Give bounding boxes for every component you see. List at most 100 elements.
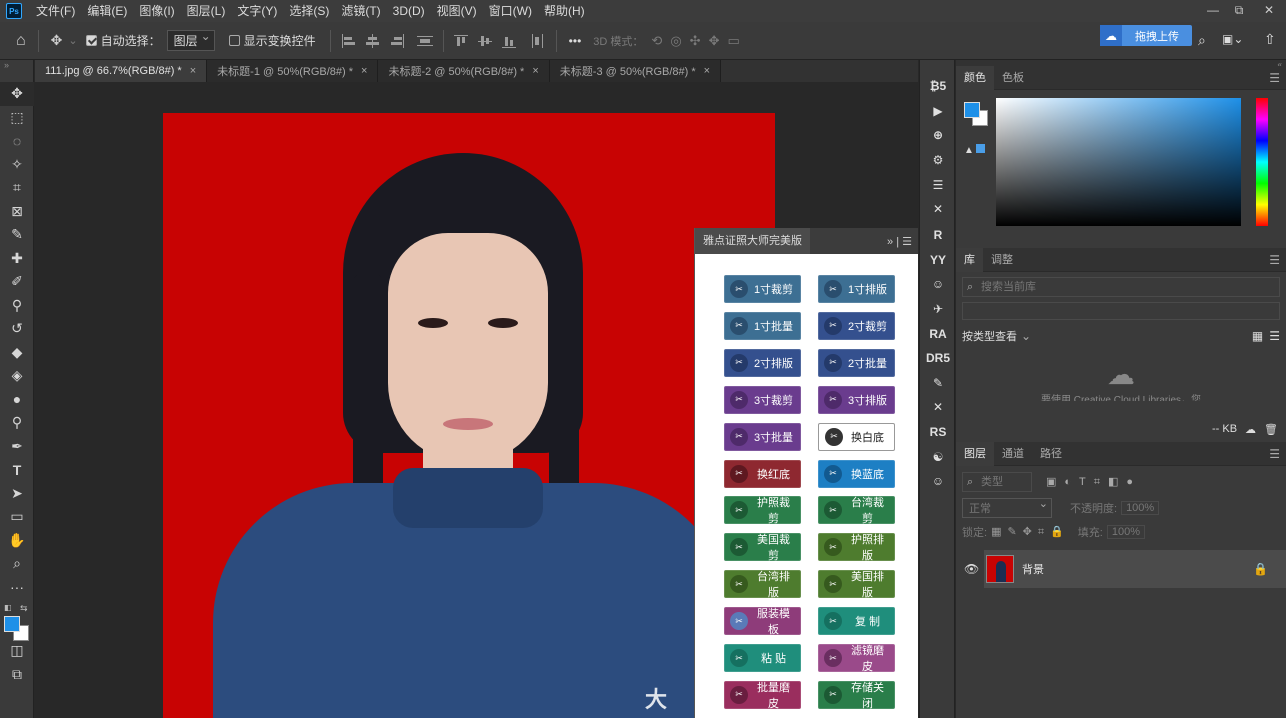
roll-3d-icon[interactable]: ◎: [670, 33, 681, 49]
layer-filter-select[interactable]: 类型: [962, 472, 1032, 492]
close-tab-icon[interactable]: ×: [704, 65, 710, 77]
camera-3d-icon[interactable]: ▭: [727, 33, 739, 49]
plugin-strip-icon[interactable]: ✎: [920, 371, 956, 396]
more-options-button[interactable]: •••: [569, 34, 582, 48]
plugin-button[interactable]: ✂ 台湾裁剪: [818, 496, 895, 525]
plugin-button[interactable]: ✂ 存储关闭: [818, 680, 895, 710]
plugin-button[interactable]: ✂ 1寸批量: [724, 311, 801, 340]
share-icon[interactable]: ⇧: [1264, 31, 1276, 48]
rotate-3d-icon[interactable]: ⟲: [651, 33, 662, 49]
workspace-icon[interactable]: ▣⌄: [1222, 32, 1243, 46]
drag-3d-icon[interactable]: ✣: [690, 33, 701, 49]
paint-bucket-icon[interactable]: ◈: [0, 364, 34, 388]
plugin-strip-icon[interactable]: ☺: [920, 469, 956, 494]
foreground-swatch[interactable]: [964, 102, 980, 118]
close-tab-icon[interactable]: ×: [190, 65, 196, 77]
blur-tool-icon[interactable]: ●: [0, 388, 34, 412]
distribute-icon[interactable]: [416, 34, 433, 48]
layer-background[interactable]: 背景 🔒: [984, 550, 1286, 588]
plugin-button[interactable]: ✂ 换红底: [724, 459, 801, 488]
marquee-tool-icon[interactable]: ⬚: [0, 106, 34, 130]
menu-item[interactable]: 窗口(W): [483, 0, 538, 22]
plugin-strip-icon[interactable]: DR5: [920, 346, 956, 371]
eraser-icon[interactable]: ◆: [0, 341, 34, 365]
collapse-icon[interactable]: »: [0, 60, 33, 82]
tab-paths[interactable]: 路径: [1032, 442, 1070, 466]
screen-mode-icon[interactable]: ⧉: [0, 663, 34, 687]
menu-item[interactable]: 文字(Y): [231, 0, 283, 22]
align-right-icon[interactable]: [389, 33, 405, 48]
home-icon[interactable]: ⌂: [16, 32, 26, 50]
plugin-button[interactable]: ✂ 复 制: [818, 607, 895, 636]
tab-channels[interactable]: 通道: [994, 442, 1032, 466]
menu-item[interactable]: 视图(V): [431, 0, 483, 22]
move-tool-icon[interactable]: ✥: [0, 82, 34, 106]
cloud-sync-icon[interactable]: ☁: [1245, 423, 1256, 436]
menu-item[interactable]: 选择(S): [283, 0, 335, 22]
hue-slider[interactable]: [1256, 98, 1268, 226]
search-icon[interactable]: ⌕: [1198, 32, 1206, 49]
brush-tool-icon[interactable]: ✐: [0, 270, 34, 294]
plugin-button[interactable]: ✂ 护照裁剪: [724, 496, 801, 525]
lasso-tool-icon[interactable]: ◌: [0, 129, 34, 153]
document-tab[interactable]: 未标题-2 @ 50%(RGB/8#) * ×: [378, 60, 550, 82]
plugin-button[interactable]: ✂ 批量磨皮: [724, 680, 801, 710]
plugin-strip-icon[interactable]: ✕: [920, 197, 956, 222]
plugin-button[interactable]: ✂ 3寸批量: [724, 422, 801, 451]
plugin-strip-icon[interactable]: R: [920, 222, 956, 248]
plugin-strip-icon[interactable]: RA: [920, 321, 956, 346]
tab-color[interactable]: 颜色: [956, 65, 994, 90]
pen-tool-icon[interactable]: ✒: [0, 435, 34, 459]
panel-menu-icon[interactable]: ☰: [1269, 447, 1286, 461]
plugin-strip-icon[interactable]: ▶: [920, 99, 956, 124]
auto-select-checkbox[interactable]: [85, 35, 97, 46]
upload-button[interactable]: ☁ 拖拽上传: [1100, 25, 1192, 46]
tab-swatches[interactable]: 色板: [994, 66, 1032, 90]
plugin-strip-icon[interactable]: ☺: [920, 272, 956, 297]
blend-mode-select[interactable]: 正常: [962, 497, 1052, 518]
zoom-tool-icon[interactable]: ⌕: [0, 552, 34, 576]
plugin-button[interactable]: ✂ 台湾排版: [724, 570, 801, 599]
slide-3d-icon[interactable]: ✥: [709, 33, 720, 49]
align-center-icon[interactable]: [365, 33, 381, 48]
stamp-tool-icon[interactable]: ⚲: [0, 294, 34, 318]
plugin-button[interactable]: ✂ 护照排版: [818, 533, 895, 562]
plugin-button[interactable]: ✂ 3寸排版: [818, 385, 895, 414]
show-transform-checkbox[interactable]: [228, 35, 240, 46]
document-tab[interactable]: 未标题-3 @ 50%(RGB/8#) * ×: [549, 60, 722, 82]
move-tool-icon[interactable]: ✥: [51, 32, 63, 49]
default-colors-icon[interactable]: ◧: [4, 603, 12, 612]
library-select[interactable]: [962, 302, 1280, 320]
chevron-down-icon[interactable]: ⌄: [68, 34, 77, 47]
document-tab[interactable]: 111.jpg @ 66.7%(RGB/8#) * ×: [35, 60, 208, 82]
panel-menu-icon[interactable]: ☰: [1269, 71, 1286, 85]
menu-item[interactable]: 文件(F): [30, 0, 81, 22]
plugin-button[interactable]: ✂ 粘 贴: [724, 644, 801, 672]
fill-input[interactable]: 100%: [1106, 525, 1145, 539]
gamut-warning-icon[interactable]: ▲: [964, 144, 985, 156]
crop-tool-icon[interactable]: ⌗: [0, 176, 34, 200]
plugin-strip-icon[interactable]: ⚙: [920, 148, 956, 173]
plugin-strip-icon[interactable]: ☯: [920, 444, 956, 469]
menu-item[interactable]: 图像(I): [133, 0, 180, 22]
opacity-input[interactable]: 100%: [1121, 501, 1160, 515]
document-tab[interactable]: 未标题-1 @ 50%(RGB/8#) * ×: [207, 60, 379, 82]
align-left-icon[interactable]: [341, 33, 357, 48]
plugin-button[interactable]: ✂ 3寸裁剪: [724, 385, 801, 414]
path-select-icon[interactable]: ➤: [0, 482, 34, 506]
list-view-icon[interactable]: ☰: [1269, 329, 1280, 343]
hand-tool-icon[interactable]: ✋: [0, 529, 34, 553]
menu-item[interactable]: 图层(L): [181, 0, 232, 22]
close-window-button[interactable]: ✕: [1256, 0, 1282, 22]
minimize-button[interactable]: —: [1200, 0, 1226, 22]
plugin-button[interactable]: ✂ 换蓝底: [818, 459, 895, 488]
history-brush-icon[interactable]: ↺: [0, 317, 34, 341]
plugin-button[interactable]: ✂ 2寸裁剪: [818, 311, 895, 340]
menu-item[interactable]: 帮助(H): [538, 0, 591, 22]
align-middle-icon[interactable]: [477, 34, 494, 48]
panel-menu-icon[interactable]: ☰: [1269, 253, 1286, 267]
color-picker-field[interactable]: [996, 98, 1241, 226]
plugin-strip-icon[interactable]: YY: [920, 248, 956, 273]
chevron-down-icon[interactable]: ⌄: [1021, 329, 1031, 343]
type-tool-icon[interactable]: T: [0, 458, 34, 482]
